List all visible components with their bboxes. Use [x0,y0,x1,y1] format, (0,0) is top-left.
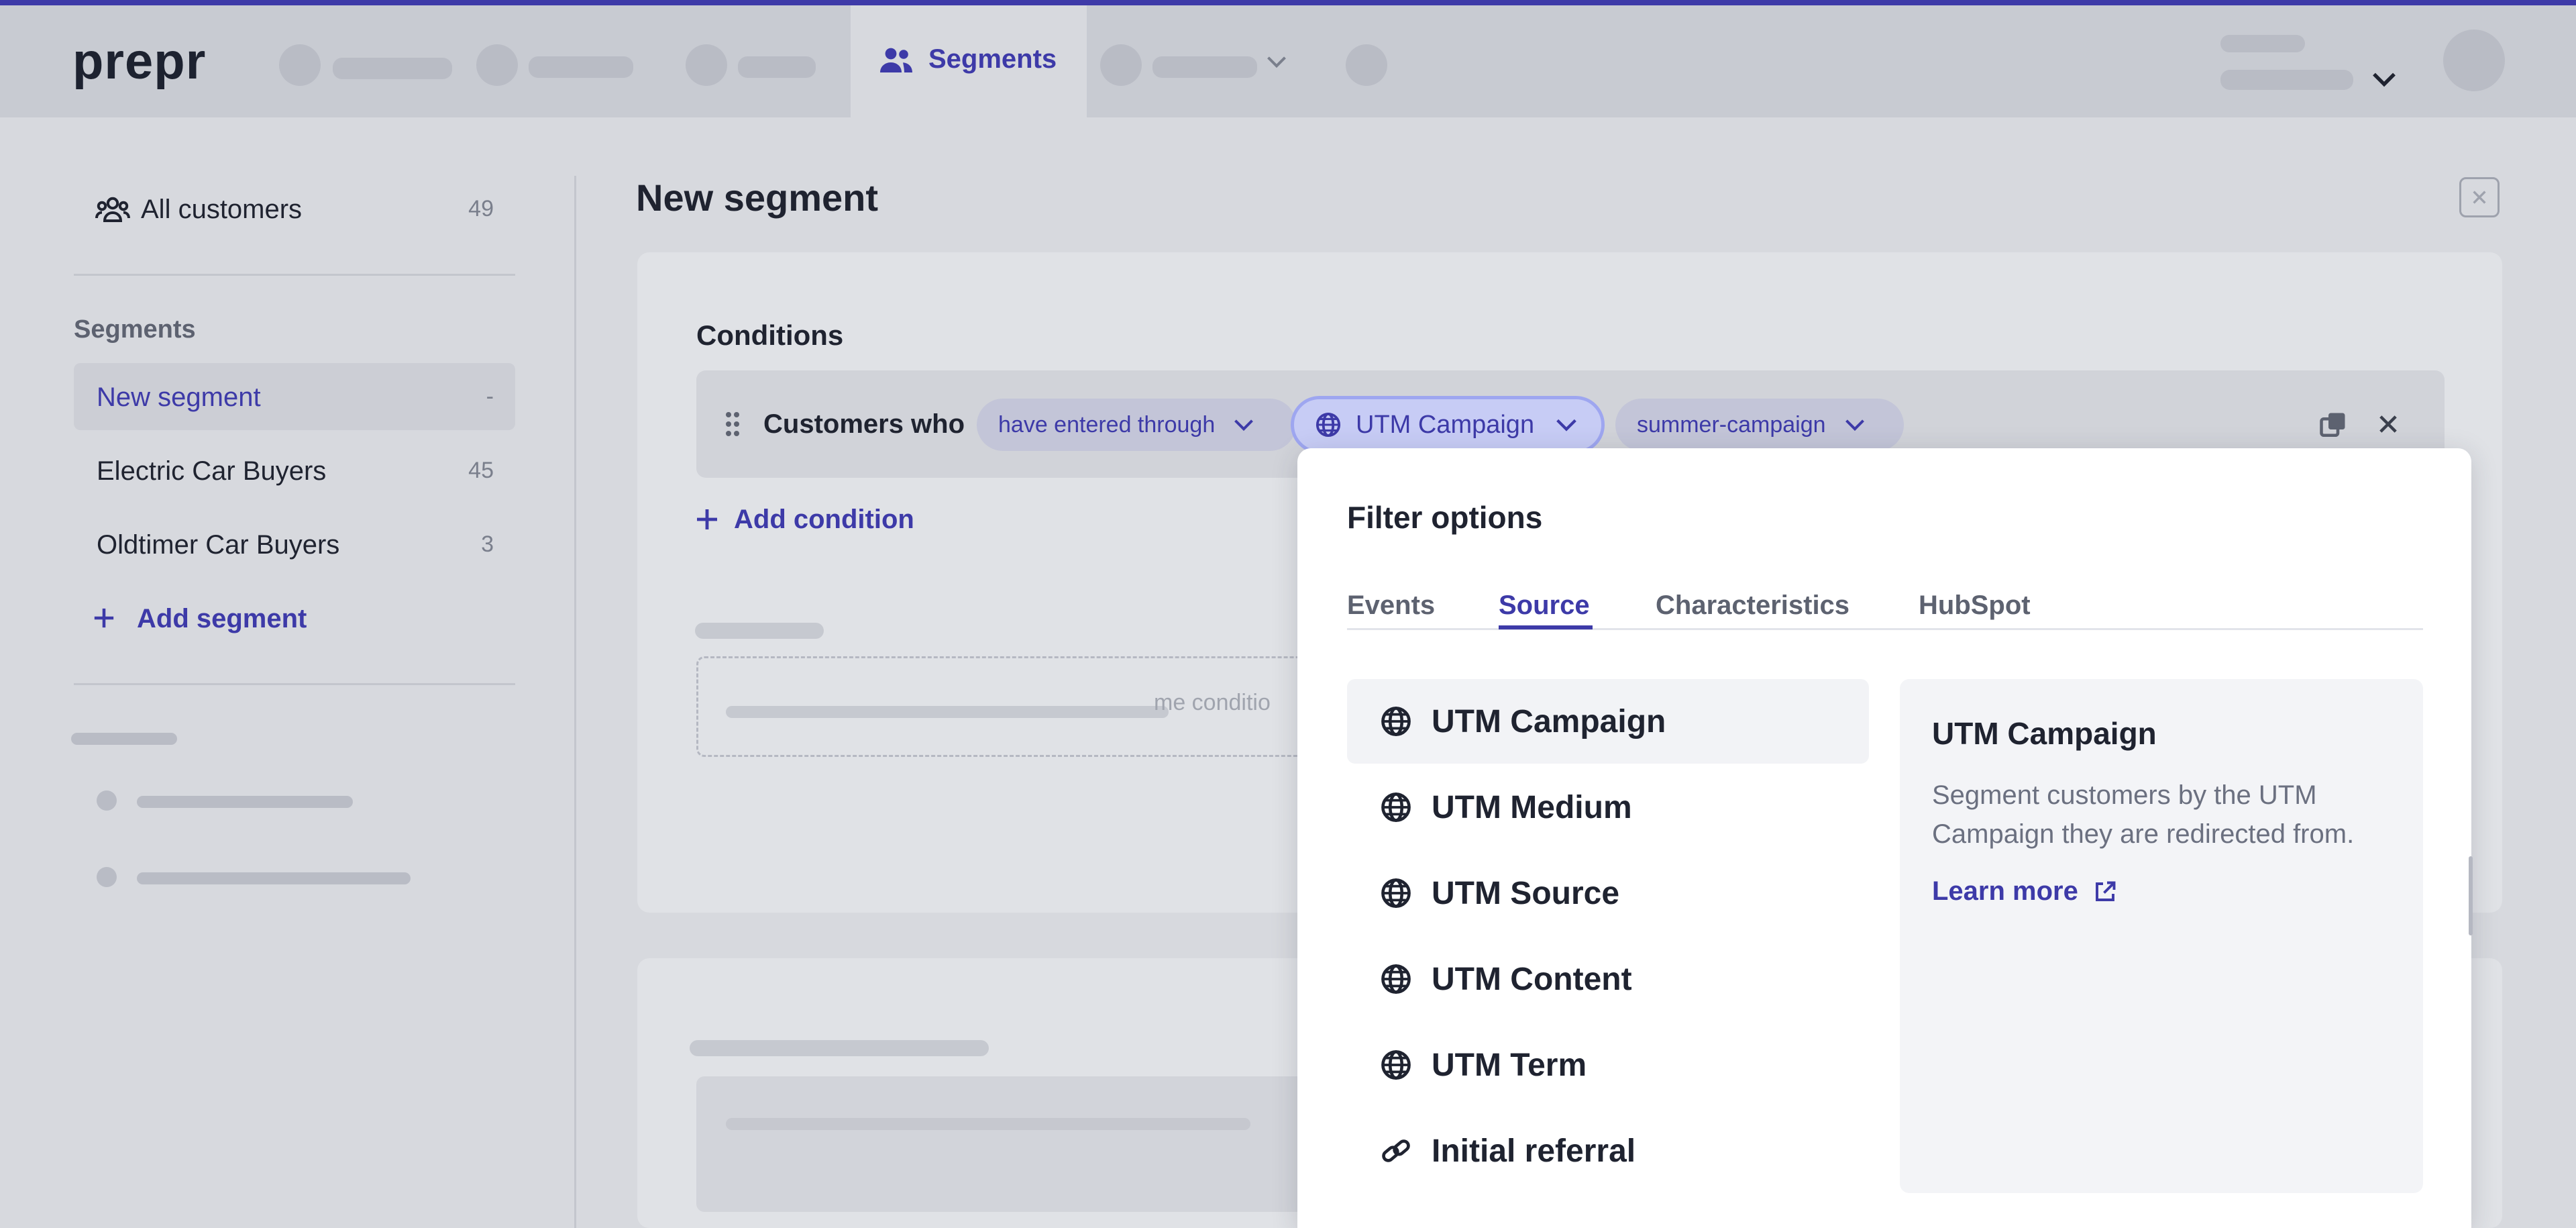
option-initial-referral[interactable]: Initial referral [1347,1109,1869,1193]
external-link-icon [2095,881,2116,901]
option-utm-content[interactable]: UTM Content [1347,937,1869,1021]
nav-placeholder-label [1152,56,1257,78]
app-logo[interactable]: prepr [72,32,206,91]
nav-placeholder-icon [1346,44,1387,86]
sidebar-vertical-divider [574,176,576,1228]
detail-title: UTM Campaign [1932,716,2157,751]
option-utm-campaign[interactable]: UTM Campaign [1347,679,1869,764]
close-icon [2473,191,2486,204]
nav-placeholder-label [333,58,452,79]
account-chevron-down-icon[interactable] [2372,70,2396,89]
sidebar-placeholder-line [137,796,353,808]
nav-placeholder-icon [686,44,727,86]
learn-more-link[interactable]: Learn more [1932,876,2117,907]
sidebar-placeholder-dot [97,790,117,811]
duplicate-icon[interactable] [2318,411,2348,439]
value-dropdown[interactable]: summer-campaign [1615,399,1904,451]
user-name-placeholder [2220,35,2305,52]
sidebar-item-count: 3 [481,531,494,557]
sidebar-divider [74,683,515,685]
sidebar-item-count: - [486,384,494,409]
chevron-down-icon [1845,419,1864,431]
nav-placeholder-icon [1100,44,1142,86]
sidebar-item-electric-car-buyers[interactable]: Electric Car Buyers [97,456,326,487]
tab-characteristics[interactable]: Characteristics [1656,591,1849,621]
avatar[interactable] [2443,30,2505,91]
nav-tab-segments-label[interactable]: Segments [928,44,1057,74]
link-icon [1382,1139,1410,1162]
option-label: UTM Medium [1432,789,1632,825]
condition-prefix: Customers who [763,409,965,439]
placeholder-box [696,1076,1374,1212]
sidebar-placeholder-dot [97,867,117,887]
value-dropdown-label: summer-campaign [1637,411,1826,438]
option-label: UTM Content [1432,961,1632,997]
operator-dropdown-label: have entered through [998,411,1216,438]
option-label: Initial referral [1432,1133,1636,1169]
sidebar-item-label[interactable]: New segment [97,382,261,413]
user-org-placeholder [2220,70,2353,90]
globe-icon [1381,1050,1411,1080]
globe-icon [1381,707,1411,736]
option-utm-medium[interactable]: UTM Medium [1347,765,1869,850]
sidebar-item-oldtimer-car-buyers[interactable]: Oldtimer Car Buyers [97,530,339,560]
drag-handle-icon[interactable] [724,411,741,438]
chevron-down-icon [1234,419,1254,431]
nav-placeholder-label [738,56,816,78]
close-button[interactable] [2459,177,2500,217]
remove-condition-icon[interactable] [2377,413,2399,435]
option-label: UTM Term [1432,1047,1587,1083]
globe-icon [1316,412,1341,438]
option-utm-term[interactable]: UTM Term [1347,1023,1869,1107]
scrollbar[interactable] [2469,856,2473,935]
sidebar-divider [74,274,515,276]
sidebar-item-count: 45 [468,458,494,483]
nav-placeholder-icon [279,44,321,86]
all-customers-link[interactable]: All customers [141,195,302,225]
tab-hubspot[interactable]: HubSpot [1919,591,2031,621]
sidebar-placeholder-title [71,733,177,745]
option-label: UTM Source [1432,875,1620,911]
add-condition-button[interactable]: Add condition [734,505,914,535]
plus-icon [697,509,717,529]
option-label: UTM Campaign [1432,703,1666,739]
tab-events[interactable]: Events [1347,591,1435,621]
globe-icon [1381,878,1411,908]
property-dropdown-label: UTM Campaign [1356,410,1535,439]
users-icon [880,48,912,72]
property-dropdown[interactable]: UTM Campaign [1291,396,1605,454]
placeholder-label [690,1040,989,1056]
segments-section-title: Segments [74,315,196,344]
chevron-down-icon [1556,419,1576,431]
plus-icon [94,608,114,628]
dropzone-text: me conditio [1154,690,1271,715]
sidebar-placeholder-line [137,872,411,884]
customers-icon [95,197,130,222]
chevron-down-icon[interactable] [1267,54,1287,70]
learn-more-label: Learn more [1932,876,2078,906]
active-tab-indicator [1499,625,1593,629]
popover-title: Filter options [1347,500,1543,535]
placeholder-line [726,1118,1250,1130]
operator-dropdown[interactable]: have entered through [977,399,1296,451]
placeholder-line [726,706,1169,718]
page-title: New segment [636,176,878,219]
detail-description: Segment customers by the UTM Campaign th… [1932,780,2355,849]
add-segment-button[interactable]: Add segment [137,604,307,634]
nav-placeholder-icon [476,44,518,86]
option-utm-source[interactable]: UTM Source [1347,851,1869,935]
nav-placeholder-label [529,56,633,78]
conditions-title: Conditions [696,319,844,351]
option-detail-panel [1900,679,2423,1193]
globe-icon [1381,792,1411,822]
placeholder-label [695,623,824,639]
globe-icon [1381,964,1411,994]
all-customers-count: 49 [468,196,494,221]
tab-source[interactable]: Source [1499,591,1590,621]
top-accent-line [0,0,2576,5]
